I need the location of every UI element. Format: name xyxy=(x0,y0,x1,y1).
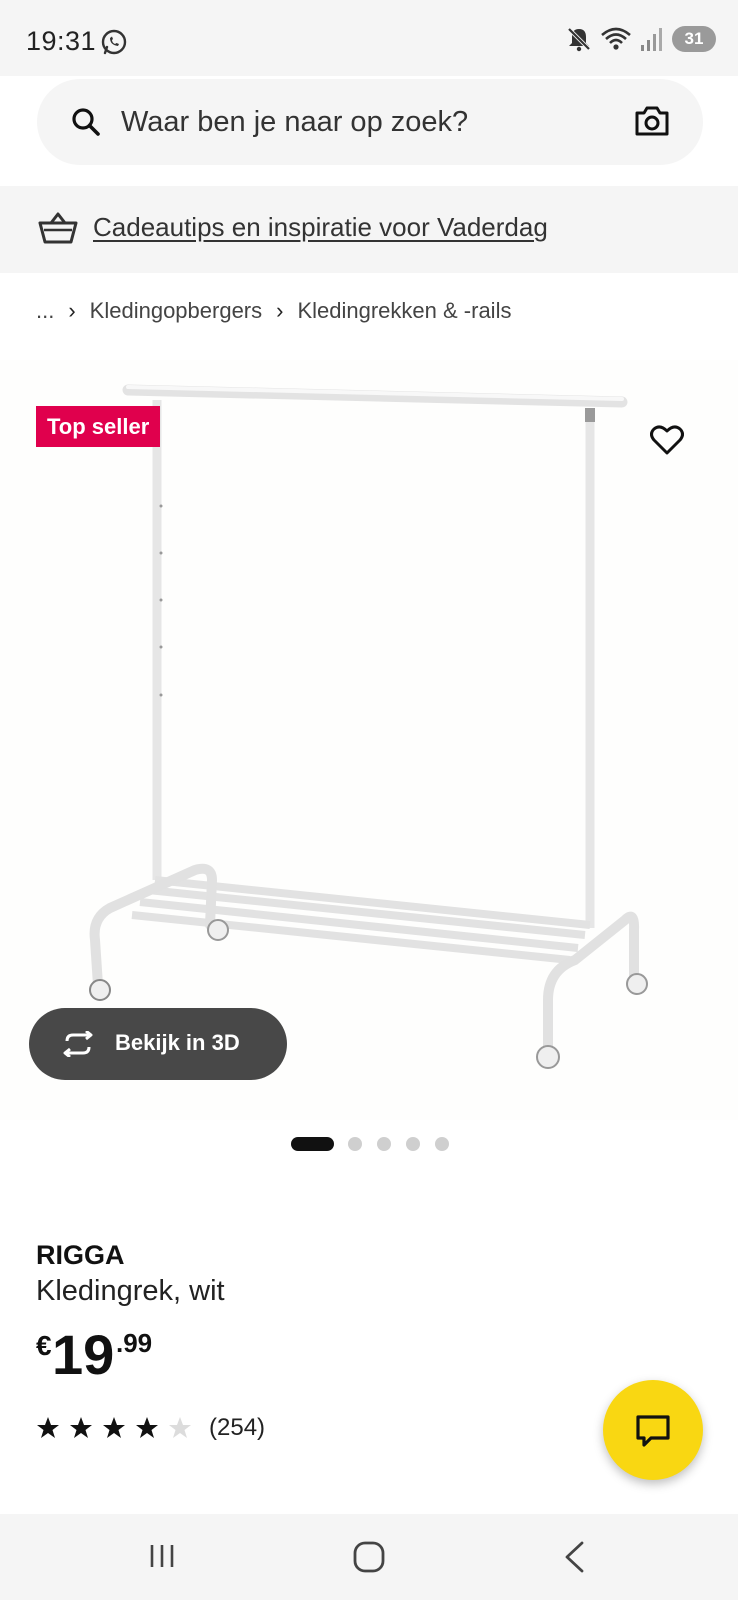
chevron-right-icon: › xyxy=(276,298,284,323)
search-icon xyxy=(72,108,100,136)
price-integer: 19 xyxy=(52,1323,115,1386)
star-icon xyxy=(136,1417,158,1438)
breadcrumb: ... › Kledingopbergers › Kledingrekken &… xyxy=(36,298,511,324)
battery-icon: 31 xyxy=(672,26,716,52)
price-currency: € xyxy=(36,1330,52,1361)
carousel-dot-5[interactable] xyxy=(435,1137,449,1151)
recent-apps-icon[interactable] xyxy=(148,1542,176,1570)
chat-button[interactable] xyxy=(603,1380,703,1480)
back-icon[interactable] xyxy=(562,1540,586,1574)
search-bar[interactable] xyxy=(37,79,703,165)
product-image[interactable] xyxy=(0,360,738,1120)
rating[interactable]: (254) xyxy=(36,1414,265,1442)
review-count: (254) xyxy=(209,1414,266,1441)
breadcrumb-item-kledingopbergers[interactable]: Kledingopbergers xyxy=(90,298,262,324)
search-section xyxy=(0,76,738,186)
promo-banner[interactable]: Cadeautips en inspiratie voor Vaderdag xyxy=(0,186,738,273)
search-input[interactable] xyxy=(121,101,601,143)
star-icon xyxy=(70,1417,92,1438)
star-empty-icon xyxy=(169,1417,191,1438)
camera-icon[interactable] xyxy=(634,105,670,137)
promo-link[interactable]: Cadeautips en inspiratie voor Vaderdag xyxy=(93,212,548,243)
price-decimal: .99 xyxy=(116,1328,153,1358)
status-icons: 31 xyxy=(566,26,716,52)
breadcrumb-item-kledingrekken[interactable]: Kledingrekken & -rails xyxy=(297,298,511,324)
carousel-dot-2[interactable] xyxy=(348,1137,362,1151)
home-icon[interactable] xyxy=(352,1540,386,1574)
mute-icon xyxy=(567,27,591,52)
top-seller-badge: Top seller xyxy=(36,406,161,447)
rotate-icon xyxy=(63,1031,93,1057)
view-3d-button[interactable]: Bekijk in 3D xyxy=(29,1008,287,1080)
carousel-dot-4[interactable] xyxy=(406,1137,420,1151)
breadcrumb-item-ellipsis[interactable]: ... xyxy=(36,298,54,324)
chevron-right-icon: › xyxy=(68,298,76,323)
star-icon xyxy=(37,1417,59,1438)
signal-icon xyxy=(641,28,662,51)
status-bar: 19:31 31 xyxy=(0,0,738,76)
chat-icon xyxy=(636,1415,670,1447)
system-nav-bar xyxy=(0,1514,738,1600)
wifi-icon xyxy=(601,27,631,50)
product-description: Kledingrek, wit xyxy=(36,1275,225,1307)
basket-icon xyxy=(38,212,78,244)
carousel-dot-3[interactable] xyxy=(377,1137,391,1151)
star-icon xyxy=(103,1417,125,1438)
view-3d-label: Bekijk in 3D xyxy=(115,1030,240,1055)
product-name: RIGGA xyxy=(36,1240,125,1270)
status-time: 19:31 xyxy=(26,26,97,56)
carousel-dot-1[interactable] xyxy=(291,1137,334,1151)
heart-icon[interactable] xyxy=(650,424,684,456)
whatsapp-icon xyxy=(101,29,127,55)
carousel-indicator xyxy=(0,1136,738,1152)
